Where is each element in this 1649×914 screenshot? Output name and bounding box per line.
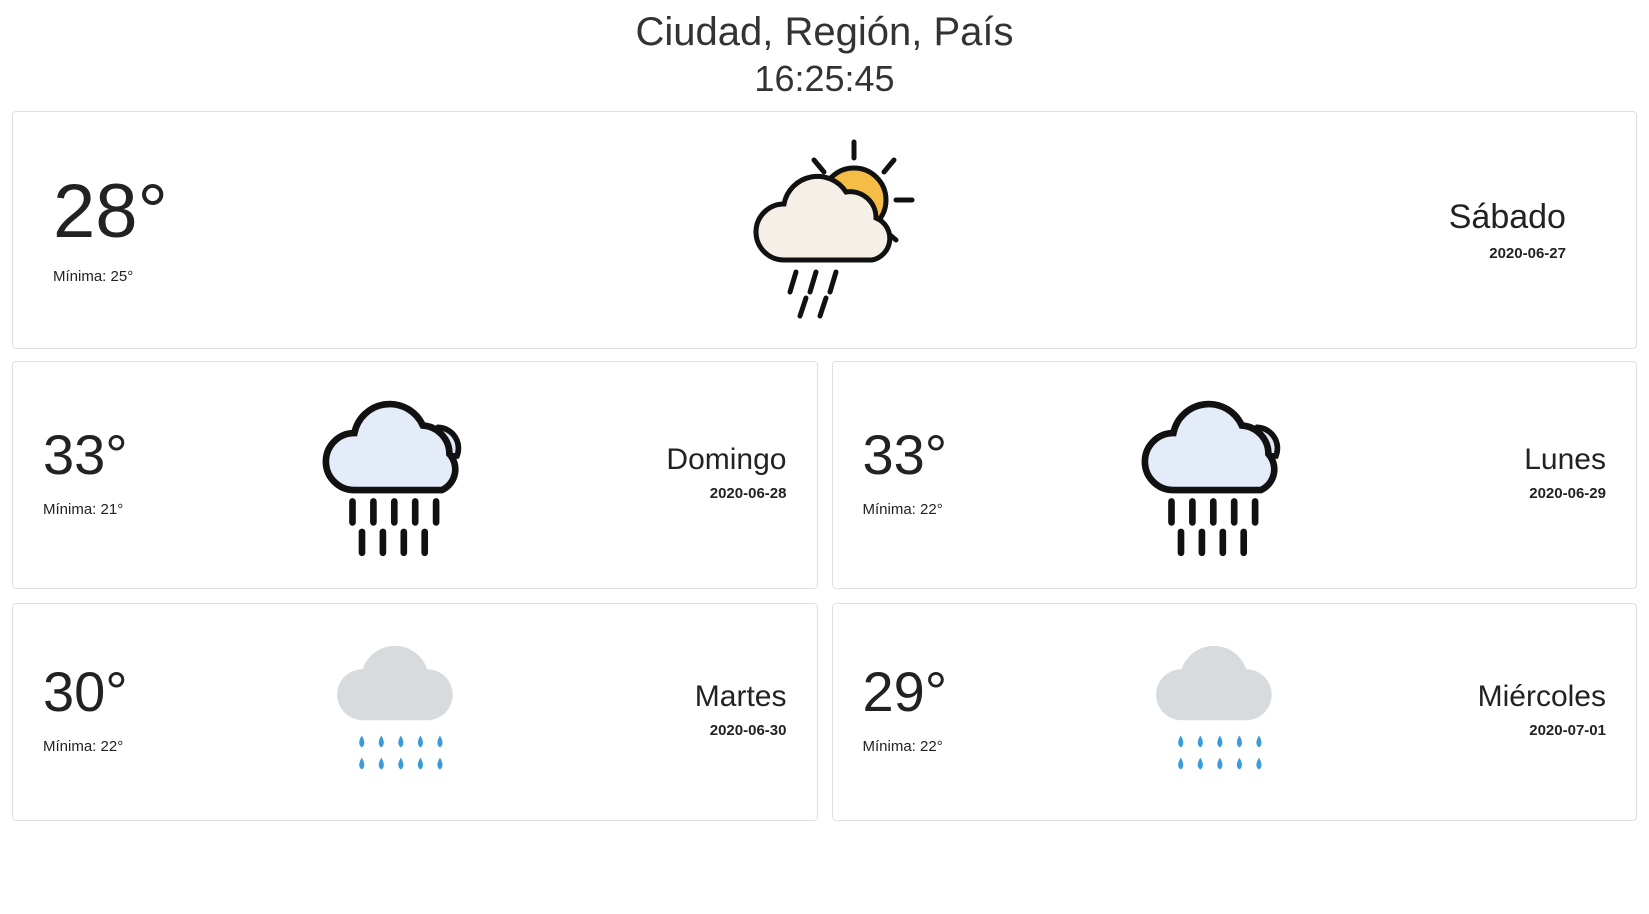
today-day-col: Sábado 2020-06-27 [1071,198,1596,262]
rain-drops-icon [315,620,485,800]
location-title: Ciudad, Región, País [8,8,1641,56]
forecast-icon-col [1086,620,1354,800]
forecast-min: Mínima: 22° [863,501,1086,518]
forecast-day-col: Lunes 2020-06-29 [1353,443,1606,502]
today-card: 28° Mínima: 25° [12,111,1637,349]
today-min: Mínima: 25° [53,268,578,285]
today-date: 2020-06-27 [1071,245,1566,262]
forecast-card: 29° Mínima: 22° [832,603,1638,821]
forecast-day-name: Miércoles [1353,680,1606,714]
forecast-date: 2020-06-28 [534,485,787,502]
heavy-rain-icon [1124,378,1314,568]
forecast-date: 2020-07-01 [1353,722,1606,739]
forecast-icon-col [1086,378,1354,568]
forecast-card: 33° Mínima: 22° [832,361,1638,589]
today-icon-col [578,130,1072,330]
forecast-min: Mínima: 22° [43,738,266,755]
forecast-icon-col [266,378,534,568]
forecast-temp: 29° [863,664,1086,720]
forecast-day-name: Martes [534,680,787,714]
forecast-day-name: Lunes [1353,443,1606,477]
forecast-day-col: Miércoles 2020-07-01 [1353,680,1606,739]
time-title: 16:25:45 [8,56,1641,103]
forecast-temp-col: 33° Mínima: 21° [43,427,266,518]
forecast-temp: 30° [43,664,266,720]
forecast-temp-col: 29° Mínima: 22° [863,664,1086,755]
forecast-icon-col [266,620,534,800]
forecast-card: 33° Mínima: 21° [12,361,818,589]
forecast-temp: 33° [43,427,266,483]
forecast-grid: 33° Mínima: 21° [8,361,1641,821]
forecast-min: Mínima: 21° [43,501,266,518]
forecast-date: 2020-06-30 [534,722,787,739]
forecast-date: 2020-06-29 [1353,485,1606,502]
rain-drops-icon [1134,620,1304,800]
forecast-min: Mínima: 22° [863,738,1086,755]
forecast-day-col: Martes 2020-06-30 [534,680,787,739]
forecast-day-name: Domingo [534,443,787,477]
today-temp: 28° [53,174,578,250]
forecast-card: 30° Mínima: 22° [12,603,818,821]
forecast-temp-col: 30° Mínima: 22° [43,664,266,755]
today-temp-col: 28° Mínima: 25° [53,174,578,285]
partly-cloudy-rain-icon [724,130,924,330]
heavy-rain-icon [305,378,495,568]
header: Ciudad, Región, País 16:25:45 [8,8,1641,103]
forecast-day-col: Domingo 2020-06-28 [534,443,787,502]
forecast-temp: 33° [863,427,1086,483]
forecast-temp-col: 33° Mínima: 22° [863,427,1086,518]
today-day-name: Sábado [1071,198,1566,237]
